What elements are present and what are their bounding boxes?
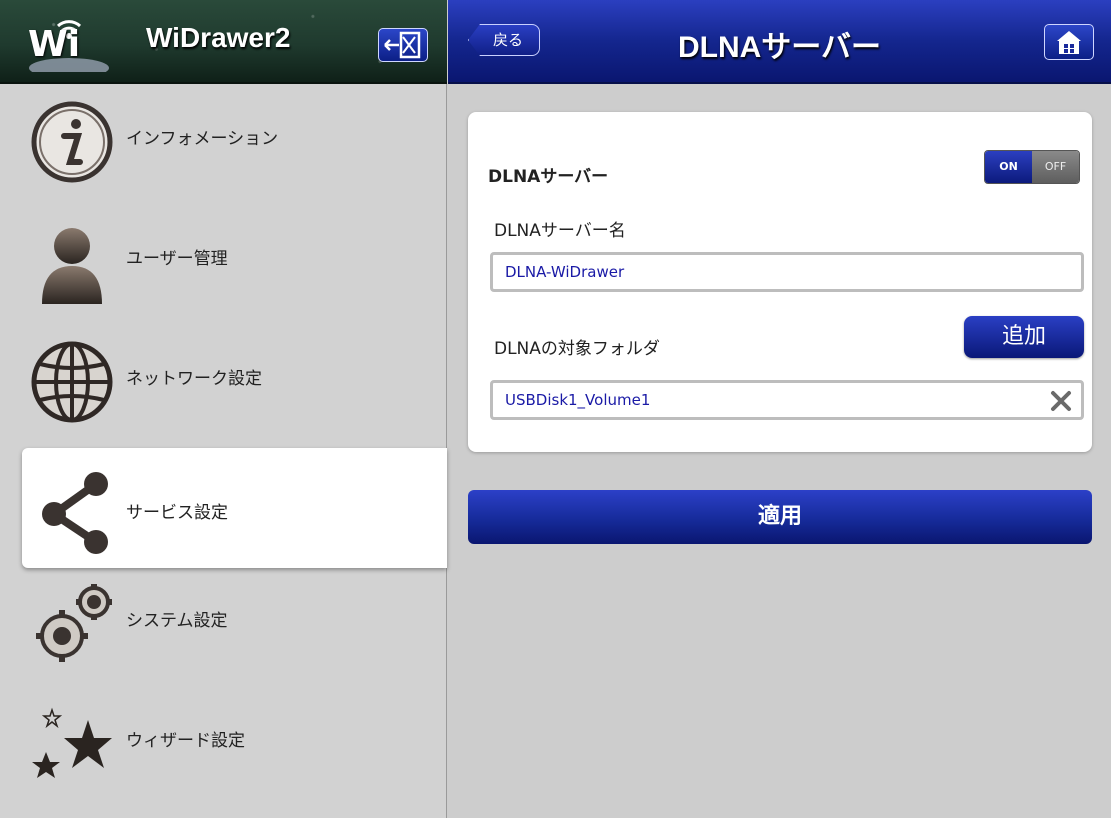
server-name-input[interactable]: DLNA-WiDrawer [490, 252, 1084, 292]
apply-button[interactable]: 適用 [468, 490, 1092, 544]
share-icon [42, 472, 108, 554]
user-icon [42, 228, 102, 304]
home-button[interactable] [1044, 24, 1094, 60]
sidebar-item-system[interactable]: システム設定 [0, 560, 447, 680]
home-icon [1057, 31, 1081, 54]
sidebar-item-service[interactable]: サービス設定 [22, 448, 447, 568]
sidebar-item-information[interactable]: インフォメーション [0, 78, 447, 198]
sidebar-item-label: インフォメーション [126, 129, 279, 149]
sidebar-item-label: ユーザー管理 [126, 249, 228, 269]
exit-icon [384, 31, 421, 59]
add-folder-button[interactable]: 追加 [964, 316, 1084, 358]
target-folder-label: DLNAの対象フォルダ [494, 339, 660, 359]
sidebar-item-label: ネットワーク設定 [126, 369, 262, 389]
sidebar-item-label: システム設定 [126, 611, 228, 631]
sidebar-item-label: ウィザード設定 [126, 731, 245, 751]
top-bar: 戻る DLNAサーバー [448, 0, 1111, 84]
page-title: DLNAサーバー [677, 31, 882, 64]
toggle-off-label: OFF [1032, 151, 1079, 183]
dlna-settings-card: DLNAサーバー ON OFF DLNAサーバー名 DLNA-WiDrawer … [468, 112, 1092, 452]
sidebar-item-label: サービス設定 [126, 503, 228, 523]
server-name-label: DLNAサーバー名 [494, 221, 626, 241]
sidebar: Wi WiDrawer2 インフォメーション ユーザー管理 ネットワーク設定 サ… [0, 0, 447, 818]
sidebar-item-wizard[interactable]: ウィザード設定 [0, 680, 447, 800]
stars-icon [32, 707, 112, 778]
gears-icon [36, 584, 112, 662]
sidebar-item-user-management[interactable]: ユーザー管理 [0, 198, 447, 318]
logo-text: Wi [28, 24, 81, 65]
globe-icon [31, 341, 113, 423]
app-title: WiDrawer2 [146, 22, 291, 53]
sidebar-item-network[interactable]: ネットワーク設定 [0, 318, 447, 438]
logout-button[interactable] [378, 28, 428, 62]
dlna-server-label: DLNAサーバー [488, 167, 609, 187]
target-folder-field[interactable]: USBDisk1_Volume1 [490, 380, 1084, 420]
dlna-toggle[interactable]: ON OFF [984, 150, 1080, 184]
close-icon[interactable] [1050, 390, 1072, 412]
info-icon [31, 101, 113, 183]
toggle-on-label: ON [985, 151, 1032, 183]
sidebar-header: Wi WiDrawer2 [0, 0, 447, 84]
